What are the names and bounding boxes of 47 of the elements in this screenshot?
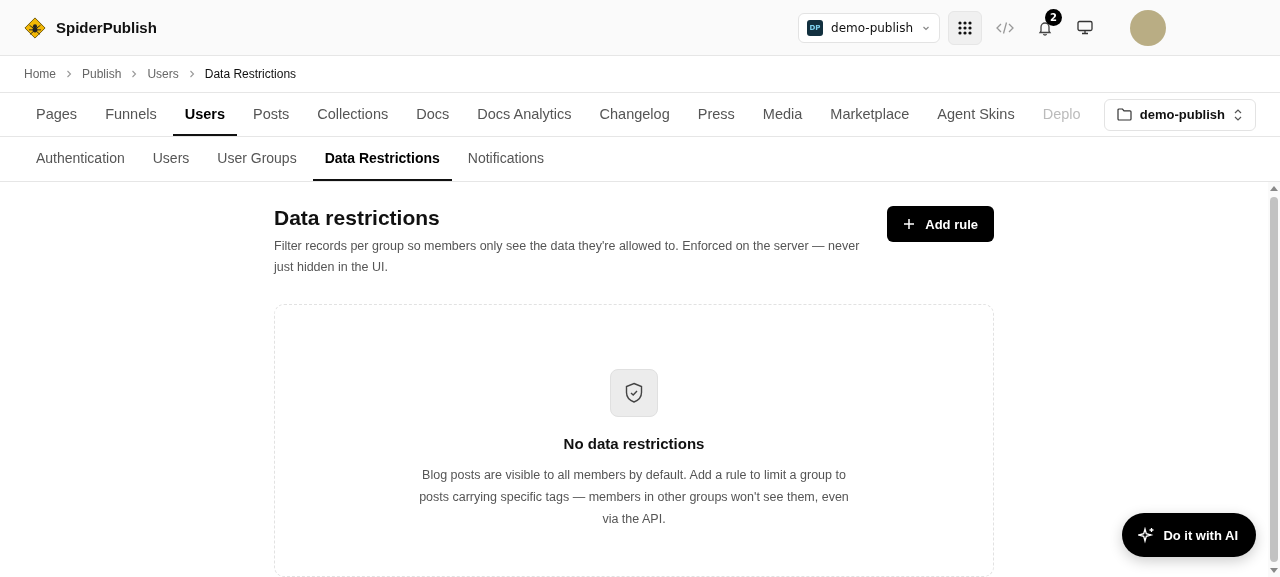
- empty-state-title: No data restrictions: [563, 435, 705, 452]
- sub-tab[interactable]: Data Restrictions: [312, 137, 452, 181]
- grid-dots-icon: [958, 20, 972, 35]
- nav-tab[interactable]: Changelog: [587, 93, 682, 136]
- chevron-right-icon: [187, 69, 196, 79]
- sub-tab[interactable]: Authentication: [24, 137, 137, 181]
- chevron-right-icon: [65, 69, 73, 79]
- nav-tab[interactable]: Marketplace: [818, 93, 922, 136]
- page-description: Filter records per group so members only see the data they're allowed to. Enforced on the server — never just hidden in the UI.: [274, 238, 861, 276]
- nav-tab[interactable]: Pages: [24, 93, 90, 136]
- empty-state-text: Blog posts are visible to all members by default. Add a rule to limit a group to posts carrying specific tags — members in other groups won't see them, even via the API.: [418, 467, 850, 528]
- folder-icon: [1116, 108, 1132, 121]
- page-title: Data restrictions: [274, 206, 441, 230]
- nav-tab[interactable]: Docs Analytics: [465, 93, 584, 136]
- nav-tab[interactable]: Media: [750, 93, 815, 136]
- monitor-icon: [1077, 20, 1093, 35]
- sub-tab[interactable]: User Groups: [205, 137, 309, 181]
- sub-tab[interactable]: Notifications: [455, 137, 557, 181]
- app-name: SpiderPublish: [56, 19, 157, 36]
- sparkle-icon: [1138, 526, 1156, 544]
- chevron-up-down-icon: [1233, 107, 1243, 122]
- apps-grid-button[interactable]: [948, 10, 982, 45]
- bell-icon: [1037, 19, 1053, 36]
- avatar[interactable]: [1130, 9, 1166, 46]
- nav-tab[interactable]: Press: [685, 93, 747, 136]
- site-selector[interactable]: demo-publish: [1103, 98, 1256, 131]
- plus-icon: [903, 218, 916, 230]
- nav-tab[interactable]: Docs: [404, 93, 462, 136]
- nav-tab[interactable]: Collections: [305, 93, 401, 136]
- breadcrumb-link[interactable]: Publish: [82, 67, 122, 81]
- code-icon: [996, 20, 1014, 35]
- nav-tab[interactable]: Users: [172, 93, 238, 136]
- sub-tab[interactable]: Users: [140, 137, 202, 181]
- notification-badge: 2: [1045, 8, 1062, 26]
- notifications-button[interactable]: 2: [1028, 10, 1062, 45]
- nav-tab[interactable]: Posts: [241, 93, 302, 136]
- breadcrumb-link[interactable]: Home: [24, 67, 56, 81]
- spider-logo-icon: [24, 16, 46, 39]
- ai-assist-button[interactable]: Do it with AI: [1122, 513, 1256, 557]
- scrollbar[interactable]: [1268, 182, 1280, 577]
- add-rule-button[interactable]: Add rule: [887, 206, 994, 242]
- breadcrumb-link[interactable]: Users: [147, 67, 179, 81]
- breadcrumb-current: Data Restrictions: [204, 67, 297, 81]
- nav-tab[interactable]: Funnels: [93, 93, 169, 136]
- shield-check-icon: [610, 369, 658, 417]
- chevron-right-icon: [130, 69, 139, 79]
- nav-tab[interactable]: Agent Skins: [925, 93, 1027, 136]
